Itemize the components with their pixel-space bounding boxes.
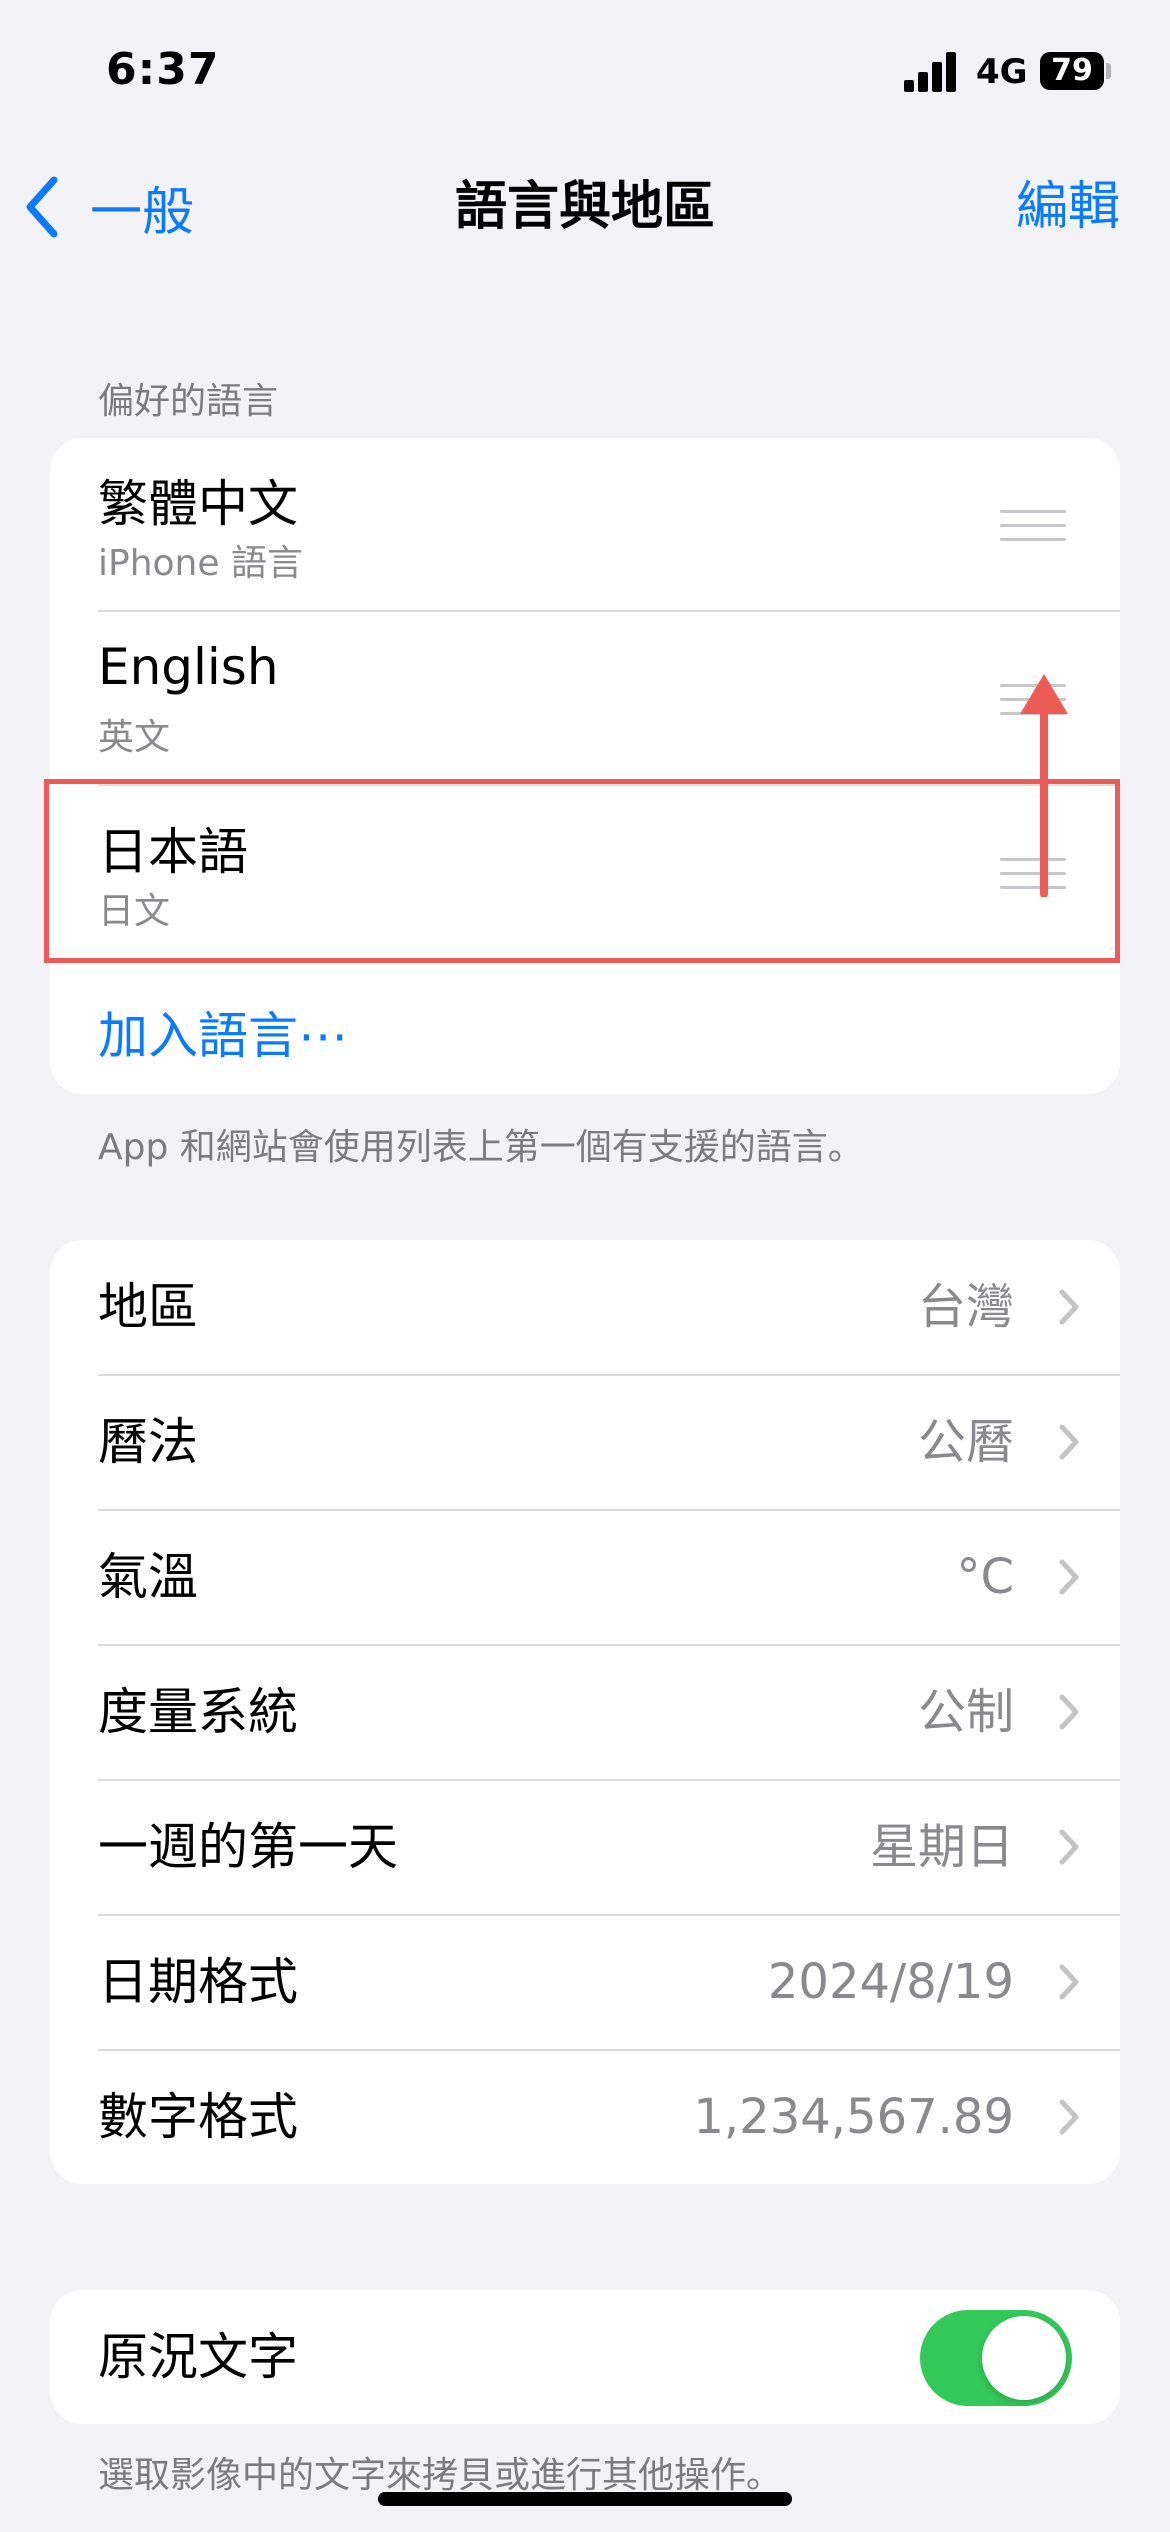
chevron-right-icon (1059, 1694, 1079, 1730)
home-indicator[interactable] (378, 2492, 792, 2506)
chevron-right-icon (1059, 1964, 1079, 2000)
live-text-card: 原況文字 (50, 2290, 1120, 2424)
setting-value: °C (956, 1549, 1014, 1605)
live-text-footer-note: 選取影像中的文字來拷貝或進行其他操作。 (98, 2455, 783, 2496)
language-subtitle: iPhone 語言 (98, 543, 303, 584)
language-title: English (98, 638, 279, 696)
setting-value: 公曆 (917, 1414, 1014, 1470)
chevron-right-icon (1059, 1559, 1079, 1595)
highlight-annotation (44, 779, 1120, 963)
setting-label: 一週的第一天 (98, 1818, 398, 1876)
battery-cap (1106, 63, 1111, 79)
edit-button[interactable]: 編輯 (1016, 172, 1120, 242)
setting-label: 原況文字 (98, 2328, 298, 2386)
preferred-languages-header: 偏好的語言 (98, 381, 279, 422)
language-row-traditional-chinese[interactable]: 繁體中文 iPhone 語言 (50, 438, 1120, 610)
arrow-up-annotation-icon (1020, 674, 1068, 897)
network-type: 4G (976, 52, 1028, 92)
setting-row-date-format[interactable]: 日期格式 2024/8/19 (50, 1915, 1120, 2050)
setting-value: 2024/8/19 (767, 1954, 1014, 2010)
language-row-english[interactable]: English 英文 (50, 612, 1120, 784)
setting-row-number-format[interactable]: 數字格式 1,234,567.89 (50, 2050, 1120, 2184)
setting-row-first-day-of-week[interactable]: 一週的第一天 星期日 (50, 1780, 1120, 1915)
region-settings-card: 地區 台灣 曆法 公曆 氣溫 °C 度量系統 公制 一週的第一天 星期日 日期格… (50, 1240, 1120, 2184)
chevron-right-icon (1059, 2099, 1079, 2135)
setting-label: 度量系統 (98, 1683, 298, 1741)
reorder-handle-icon[interactable] (1000, 510, 1066, 542)
setting-label: 數字格式 (98, 2088, 298, 2146)
cellular-signal-icon (904, 50, 960, 92)
setting-label: 日期格式 (98, 1953, 298, 2011)
setting-value: 台灣 (917, 1279, 1014, 1335)
page-title: 語言與地區 (454, 177, 715, 237)
setting-row-live-text: 原況文字 (50, 2290, 1120, 2424)
setting-value: 1,234,567.89 (693, 2089, 1014, 2145)
setting-row-region[interactable]: 地區 台灣 (50, 1240, 1120, 1375)
setting-row-temperature[interactable]: 氣溫 °C (50, 1510, 1120, 1645)
battery-icon: 79 (1040, 52, 1104, 90)
language-title: 繁體中文 (98, 475, 298, 533)
setting-label: 氣溫 (98, 1548, 198, 1606)
language-subtitle: 英文 (98, 717, 171, 758)
live-text-toggle[interactable] (920, 2310, 1072, 2406)
setting-value: 公制 (917, 1684, 1014, 1740)
setting-label: 曆法 (98, 1413, 198, 1471)
chevron-right-icon (1059, 1424, 1079, 1460)
setting-row-calendar[interactable]: 曆法 公曆 (50, 1375, 1120, 1510)
setting-label: 地區 (98, 1278, 198, 1336)
setting-value: 星期日 (869, 1819, 1014, 1875)
languages-footer-note: App 和網站會使用列表上第一個有支援的語言。 (98, 1127, 864, 1168)
add-language-button[interactable]: 加入語言⋯ (98, 996, 348, 1068)
preferred-languages-card: 繁體中文 iPhone 語言 English 英文 日本語 日文 加入語言⋯ (50, 438, 1120, 1094)
toggle-knob (982, 2316, 1066, 2400)
chevron-right-icon (1059, 1829, 1079, 1865)
status-time: 6:37 (106, 44, 220, 95)
chevron-right-icon (1059, 1289, 1079, 1325)
setting-row-measurement-system[interactable]: 度量系統 公制 (50, 1645, 1120, 1780)
